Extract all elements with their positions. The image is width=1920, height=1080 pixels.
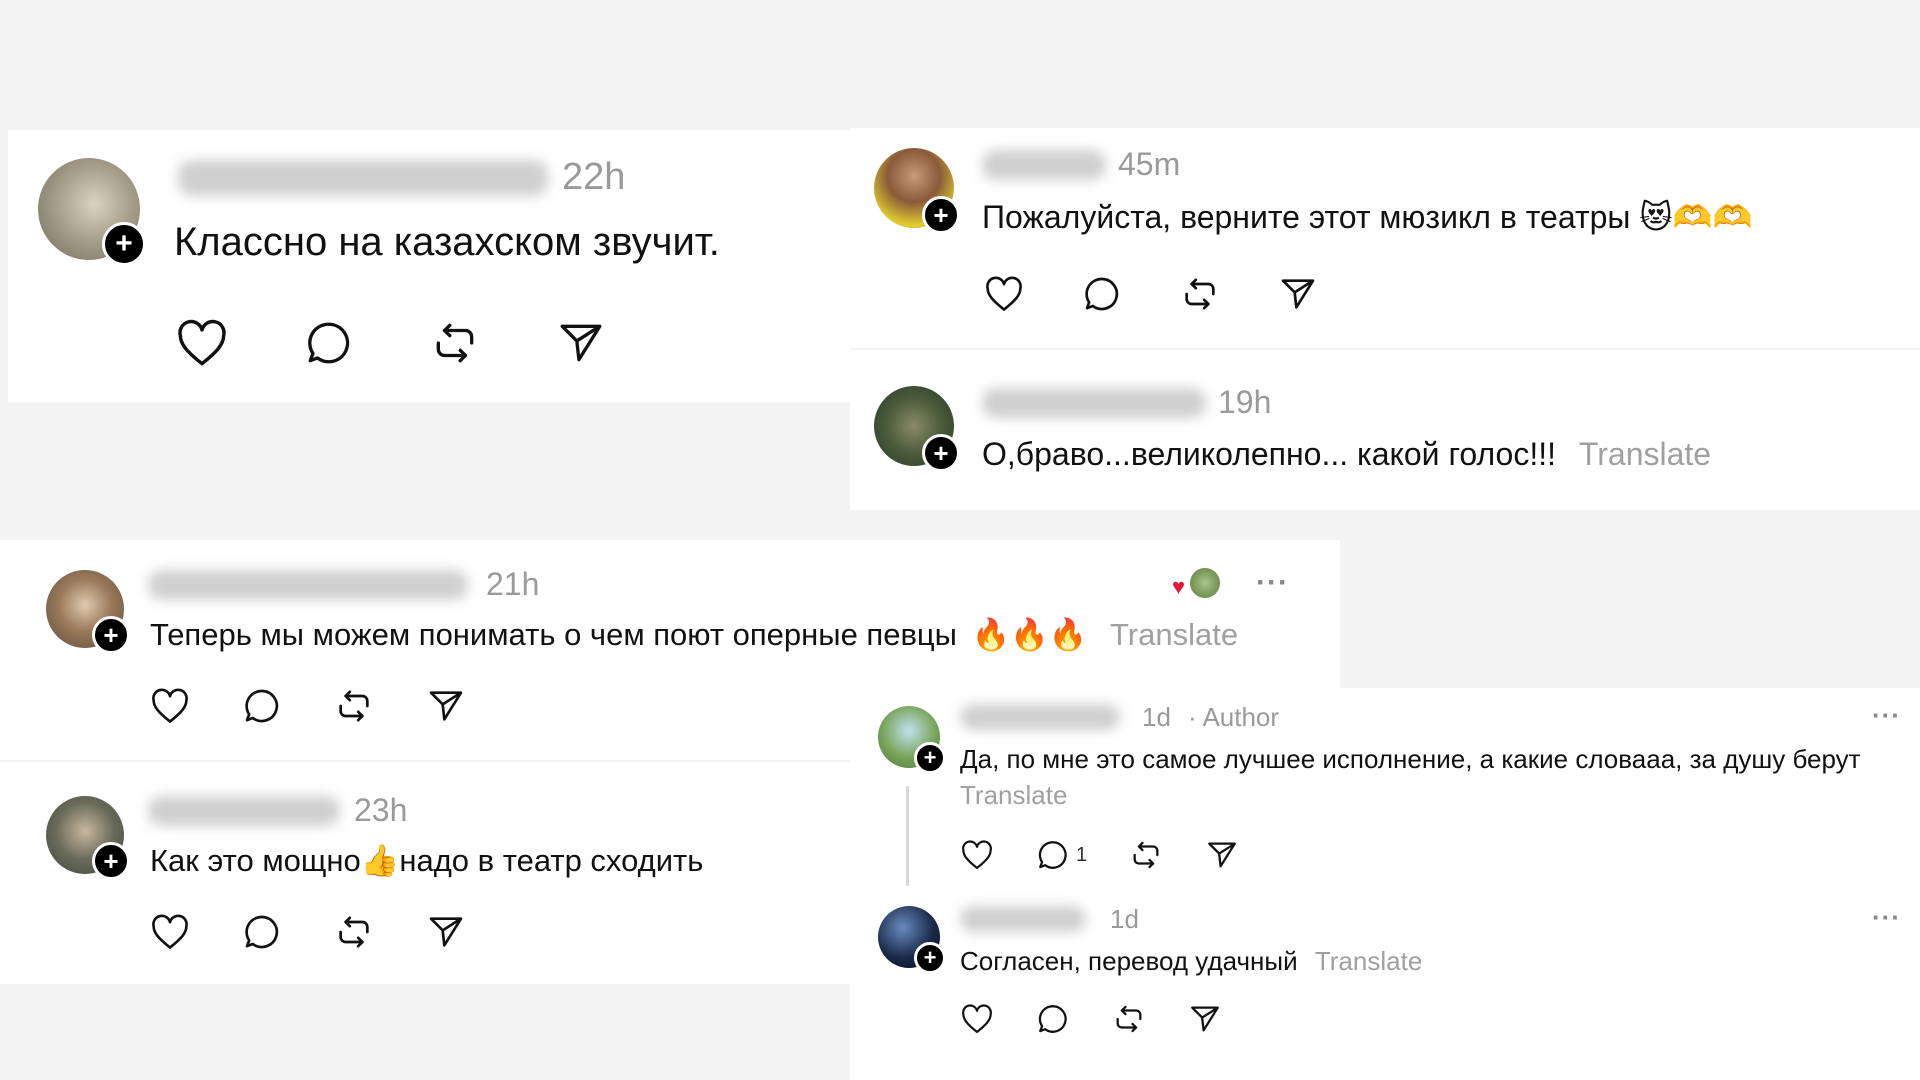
heart-filled-icon: ♥: [1172, 574, 1186, 599]
comment-text: Теперь мы можем понимать о чем поют опер…: [150, 616, 1238, 653]
repost-icon[interactable]: [334, 686, 374, 726]
comment-actions: [150, 686, 466, 726]
avatar[interactable]: +: [878, 906, 946, 974]
comment-time: 21h: [486, 566, 540, 602]
follow-plus-icon[interactable]: +: [102, 222, 146, 266]
translate-link[interactable]: Translate: [1110, 617, 1238, 652]
heart-icon[interactable]: [176, 319, 228, 367]
comment-bubble-icon[interactable]: [242, 686, 282, 726]
username-blurred[interactable]: [982, 388, 1206, 418]
send-icon[interactable]: [426, 912, 466, 952]
comment-text: О,браво...великолепно... какой голос!!! …: [982, 436, 1711, 473]
comment-text: Как это мощно👍надо в театр сходить: [150, 842, 703, 879]
comment-actions: 1: [960, 838, 1239, 872]
comment-actions: [984, 274, 1318, 314]
username-blurred[interactable]: [178, 160, 548, 196]
send-icon[interactable]: [556, 318, 606, 368]
heart-icon[interactable]: [150, 688, 190, 724]
send-icon[interactable]: [1278, 274, 1318, 314]
more-options-icon[interactable]: ···: [1872, 902, 1901, 933]
comment-text: Согласен, перевод удачный Translate: [960, 946, 1422, 977]
comment-text-body: Пожалуйста, верните этот мюзикл в театры: [982, 199, 1631, 235]
translate-link[interactable]: Translate: [1315, 946, 1422, 976]
avatar[interactable]: +: [874, 386, 960, 472]
follow-plus-icon[interactable]: +: [922, 196, 960, 234]
thread-line: [906, 786, 909, 886]
comment-text-continued: надо в театр сходить: [399, 843, 704, 878]
comment-time: 19h: [1218, 384, 1272, 420]
comment-actions: [150, 912, 466, 952]
avatar[interactable]: +: [46, 570, 130, 654]
comment-actions: [176, 318, 606, 368]
repost-icon[interactable]: [334, 912, 374, 952]
repost-icon[interactable]: [430, 318, 480, 368]
follow-plus-icon[interactable]: +: [914, 742, 946, 774]
follow-plus-icon[interactable]: +: [92, 842, 130, 880]
comment-emoji: 🔥🔥🔥: [971, 617, 1088, 653]
comment-time: 23h: [354, 792, 408, 828]
heart-icon[interactable]: [150, 914, 190, 950]
reply-count: 1: [1076, 843, 1088, 866]
author-mini-avatar: [1190, 568, 1220, 598]
send-icon[interactable]: [1188, 1002, 1222, 1036]
send-icon[interactable]: [426, 686, 466, 726]
username-blurred[interactable]: [960, 704, 1120, 730]
comment-time: 1d: [1110, 904, 1139, 934]
avatar[interactable]: +: [46, 796, 130, 880]
comment-bubble-icon[interactable]: 1: [1036, 838, 1087, 872]
repost-icon[interactable]: [1180, 274, 1220, 314]
comment-emoji: 👍: [360, 843, 400, 879]
heart-icon[interactable]: [960, 840, 994, 870]
comment-text: Пожалуйста, верните этот мюзикл в театры…: [982, 198, 1752, 236]
avatar[interactable]: +: [38, 158, 146, 266]
comment-card-3: [850, 350, 1920, 510]
comment-time: 45m: [1118, 146, 1181, 182]
more-options-icon[interactable]: ···: [1256, 566, 1289, 600]
more-options-icon[interactable]: ···: [1872, 700, 1901, 731]
username-blurred[interactable]: [148, 570, 468, 600]
comment-text-body: Согласен, перевод удачный: [960, 946, 1298, 976]
liked-by-author-badge: ♥: [1172, 566, 1222, 600]
comment-emoji: 😻🫶🫶: [1639, 198, 1753, 236]
username-blurred[interactable]: [960, 906, 1086, 932]
translate-link[interactable]: Translate: [1579, 436, 1711, 472]
follow-plus-icon[interactable]: +: [922, 434, 960, 472]
comment-bubble-icon[interactable]: [1036, 1002, 1070, 1036]
comment-text-body: Теперь мы можем понимать о чем поют опер…: [150, 617, 957, 652]
translate-link[interactable]: Translate: [960, 780, 1067, 811]
comment-text-body: О,браво...великолепно... какой голос!!!: [982, 436, 1556, 472]
heart-icon[interactable]: [984, 276, 1024, 312]
comment-text: Да, по мне это самое лучшее исполнение, …: [960, 744, 1861, 774]
comment-bubble-icon[interactable]: [242, 912, 282, 952]
username-blurred[interactable]: [148, 796, 340, 826]
comment-bubble-icon[interactable]: [1082, 274, 1122, 314]
comment-time: 22h: [562, 156, 626, 198]
repost-icon[interactable]: [1129, 838, 1163, 872]
send-icon[interactable]: [1205, 838, 1239, 872]
comment-bubble-icon[interactable]: [304, 318, 354, 368]
username-blurred[interactable]: [982, 150, 1106, 180]
heart-icon[interactable]: [960, 1004, 994, 1034]
follow-plus-icon[interactable]: +: [92, 616, 130, 654]
repost-icon[interactable]: [1112, 1002, 1146, 1036]
avatar[interactable]: +: [878, 706, 946, 774]
comment-actions: [960, 1002, 1222, 1036]
author-badge: · Author: [1188, 702, 1280, 732]
comment-time: 1d: [1142, 702, 1171, 732]
follow-plus-icon[interactable]: +: [914, 942, 946, 974]
avatar[interactable]: +: [874, 148, 960, 234]
comment-text-body: Как это мощно: [150, 843, 361, 878]
comment-text: Классно на казахском звучит.: [174, 220, 720, 264]
